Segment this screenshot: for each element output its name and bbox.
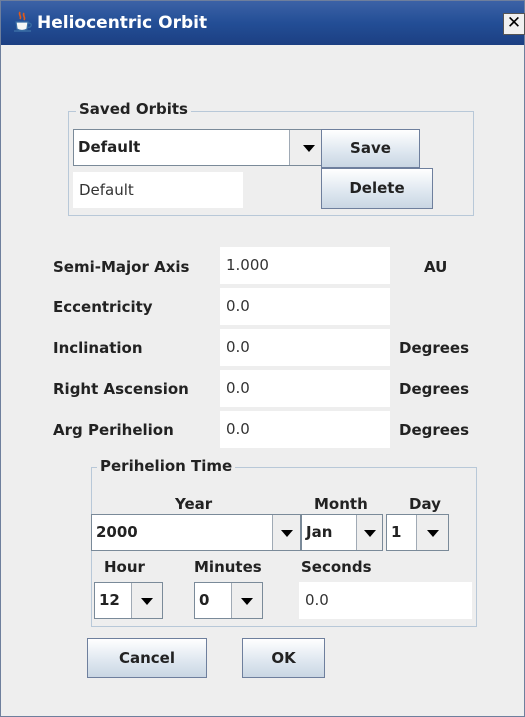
- saved-orbits-group-label: Saved Orbits: [76, 100, 191, 118]
- inclination-field[interactable]: 0.0: [220, 329, 390, 366]
- seconds-field[interactable]: 0.0: [299, 582, 472, 619]
- java-cup-icon: [14, 11, 32, 32]
- cancel-button[interactable]: Cancel: [87, 638, 207, 678]
- save-button[interactable]: Save: [321, 129, 420, 168]
- month-label: Month: [314, 495, 368, 513]
- semi-major-axis-unit: AU: [424, 258, 448, 276]
- inclination-unit: Degrees: [399, 339, 470, 357]
- title-bar[interactable]: Heliocentric Orbit ✕: [1, 1, 525, 45]
- arg-perihelion-field[interactable]: 0.0: [220, 411, 390, 448]
- perihelion-time-group-label: Perihelion Time: [97, 457, 236, 475]
- day-selected-value: 1: [387, 515, 416, 550]
- chevron-down-icon[interactable]: [356, 515, 382, 550]
- saved-orbits-select[interactable]: Default: [73, 129, 328, 166]
- day-select[interactable]: 1: [386, 514, 449, 551]
- month-select[interactable]: Jan: [301, 514, 383, 551]
- minutes-label: Minutes: [194, 558, 262, 576]
- orbit-name-field[interactable]: Default: [73, 172, 243, 208]
- semi-major-axis-field[interactable]: 1.000: [220, 247, 390, 284]
- saved-orbits-selected-value: Default: [74, 130, 289, 165]
- year-selected-value: 2000: [92, 515, 272, 550]
- right-ascension-unit: Degrees: [399, 380, 470, 398]
- inclination-label: Inclination: [53, 339, 143, 357]
- hour-label: Hour: [104, 558, 145, 576]
- hour-selected-value: 12: [95, 583, 131, 618]
- year-label: Year: [175, 495, 213, 513]
- arg-perihelion-unit: Degrees: [399, 421, 470, 439]
- day-label: Day: [409, 495, 441, 513]
- eccentricity-field[interactable]: 0.0: [220, 288, 390, 325]
- right-ascension-field[interactable]: 0.0: [220, 370, 390, 407]
- chevron-down-icon[interactable]: [231, 583, 262, 618]
- arg-perihelion-label: Arg Perihelion: [53, 421, 174, 439]
- heliocentric-orbit-dialog: Heliocentric Orbit ✕ Saved Orbits Defaul…: [0, 0, 525, 717]
- minutes-select[interactable]: 0: [194, 582, 263, 619]
- delete-button[interactable]: Delete: [321, 168, 433, 209]
- minutes-selected-value: 0: [195, 583, 231, 618]
- chevron-down-icon[interactable]: [131, 583, 162, 618]
- month-selected-value: Jan: [302, 515, 356, 550]
- seconds-label: Seconds: [301, 558, 372, 576]
- ok-button[interactable]: OK: [242, 638, 325, 678]
- chevron-down-icon[interactable]: [416, 515, 448, 550]
- hour-select[interactable]: 12: [94, 582, 163, 619]
- semi-major-axis-label: Semi-Major Axis: [53, 258, 190, 276]
- year-select[interactable]: 2000: [91, 514, 301, 551]
- right-ascension-label: Right Ascension: [53, 380, 189, 398]
- window-title: Heliocentric Orbit: [37, 13, 208, 33]
- chevron-down-icon[interactable]: [272, 515, 300, 550]
- eccentricity-label: Eccentricity: [53, 298, 153, 316]
- close-button[interactable]: ✕: [503, 13, 525, 35]
